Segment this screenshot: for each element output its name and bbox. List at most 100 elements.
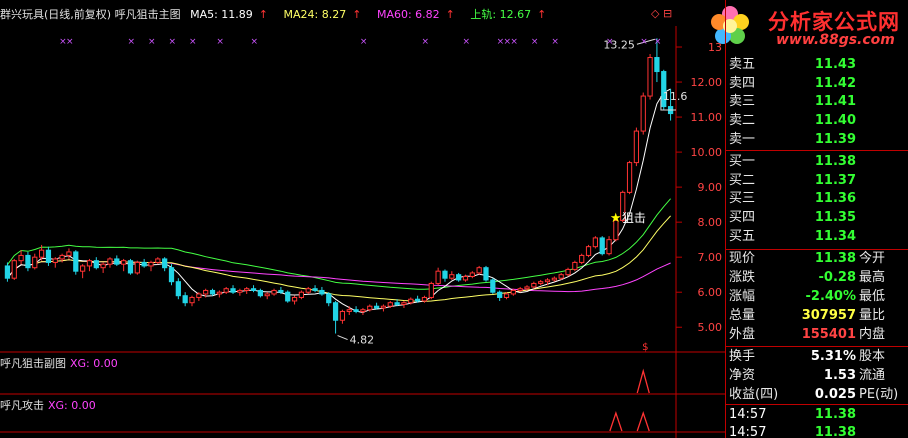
candle-body <box>579 254 585 263</box>
candle-body <box>640 95 646 132</box>
sell-price: 11.42 <box>814 76 856 91</box>
marker-cross-icon: × <box>462 37 470 47</box>
fund-label-2: 流通 <box>859 368 886 383</box>
sell-row[interactable]: 卖一 11.39 <box>727 131 908 149</box>
fund-value: 5.31% <box>810 349 856 364</box>
sell-row[interactable]: 卖三 11.41 <box>727 93 908 111</box>
buy-row[interactable]: 买一 11.38 <box>727 153 908 171</box>
sell-signal-icon: $ <box>642 342 648 353</box>
annotation-layer: 13.254.8211.6★ 狙击× × × × × × × × × × × × × × × × × × × <box>59 37 687 347</box>
stat-row-change: 涨跌 -0.28 最高 <box>727 269 908 287</box>
sell-buy-divider <box>725 150 908 151</box>
candle-body <box>264 293 270 297</box>
candle-body <box>476 267 482 274</box>
candle-body <box>346 309 352 312</box>
ma24-line <box>7 215 671 302</box>
candle-body <box>462 275 469 281</box>
signal-label: 狙击 <box>622 211 646 225</box>
marker-cross-icon: × <box>189 37 197 47</box>
marker-cross-icon: × <box>148 37 156 47</box>
stat-value: -0.28 <box>818 270 856 285</box>
up-arrow-icon: ↑ <box>445 8 455 21</box>
stat-value: 307957 <box>801 308 856 323</box>
sub-panels: $ <box>609 342 650 432</box>
y-tick-label: 13 <box>708 41 722 54</box>
candle-body <box>182 295 188 304</box>
fund-label-2: 股本 <box>859 349 886 364</box>
logo-url: www.88gs.com <box>776 32 895 48</box>
price-axis: 13 12.00 11.00 10.00 9.00 8.00 7.00 6.00 5.00 <box>676 41 722 334</box>
candle-body <box>503 293 510 298</box>
marker-cross-icon: × <box>251 37 259 47</box>
sell-row[interactable]: 卖五 11.43 <box>727 56 908 74</box>
candle-body <box>148 261 154 267</box>
candle-body <box>442 270 448 279</box>
candle-body <box>4 265 11 279</box>
fund-label: 收益(四) <box>729 387 779 402</box>
buy-row[interactable]: 买四 11.35 <box>727 209 908 227</box>
candle-body <box>565 268 571 276</box>
candle-body <box>216 291 222 295</box>
upper-band-label: 上轨: 12.67 ↑ <box>470 8 552 21</box>
candle-body <box>373 305 380 309</box>
buy-row[interactable]: 买二 11.37 <box>727 172 908 190</box>
stat-row-pct: 涨幅 -2.40% 最低 <box>727 288 908 306</box>
stats-fund-divider <box>725 346 908 347</box>
marker-cross-icon: × <box>216 37 224 47</box>
fund-value: 0.025 <box>814 387 856 402</box>
candle-body <box>45 249 52 263</box>
ma24-value: MA24: 8.27 <box>283 8 347 21</box>
candle-body <box>38 249 45 258</box>
marker-cross-icon: × <box>127 37 135 47</box>
buy-row[interactable]: 买三 11.36 <box>727 190 908 208</box>
candle-body <box>319 289 325 295</box>
candle-body <box>524 286 530 290</box>
candle-body <box>353 309 359 312</box>
sell-label: 卖三 <box>729 94 756 109</box>
candlestick-chart[interactable]: 13 12.00 11.00 10.00 9.00 8.00 7.00 6.00 5.00 13… <box>0 0 725 438</box>
candle-body <box>141 261 147 267</box>
fund-row-eps: 收益(四) 0.025 PE(动) <box>727 386 908 404</box>
marker-cross-icon: × <box>551 37 559 47</box>
candle-body <box>538 281 544 284</box>
buy-label: 买四 <box>729 210 756 225</box>
sell-row[interactable]: 卖四 11.42 <box>727 75 908 93</box>
candle-body <box>497 291 503 298</box>
buy-price: 11.36 <box>814 191 856 206</box>
chart-corner-icons[interactable]: ◇ ⊟ <box>651 7 672 20</box>
candle-body <box>86 260 93 267</box>
candle-body <box>312 288 318 291</box>
candle-body <box>162 258 168 269</box>
candle-body <box>599 237 605 255</box>
candle-body <box>93 260 99 269</box>
buy-row[interactable]: 买五 11.34 <box>727 228 908 246</box>
candle-body <box>510 289 516 295</box>
candle-body <box>189 296 195 304</box>
candle-body <box>380 305 387 309</box>
tick-time: 14:57 <box>729 425 767 438</box>
ma60-value: MA60: 6.82 <box>376 8 440 21</box>
fund-tick-divider <box>725 404 908 405</box>
candle-body <box>449 274 455 279</box>
candle-body <box>360 309 366 312</box>
stat-label-2: 内盘 <box>859 327 886 342</box>
candle-body <box>196 293 202 298</box>
right-price-label: 11.6 <box>663 90 688 103</box>
candle-body <box>469 272 475 277</box>
candle-body <box>175 281 181 297</box>
candle-body <box>107 258 113 265</box>
y-tick-label: 8.00 <box>698 216 723 229</box>
candle-body <box>209 289 216 295</box>
marker-cross-icon: × <box>169 37 177 47</box>
candle-body <box>606 239 612 255</box>
candle-body <box>517 288 523 291</box>
up-arrow-icon: ↑ <box>258 8 269 21</box>
marker-cross-icon: × <box>360 37 368 47</box>
buy-label: 买一 <box>729 154 756 169</box>
buy-stats-divider <box>725 249 908 250</box>
candle-body <box>633 130 640 164</box>
sell-row[interactable]: 卖二 11.40 <box>727 112 908 130</box>
candle-body <box>25 254 31 269</box>
y-tick-label: 7.00 <box>698 251 723 264</box>
y-tick-label: 11.00 <box>691 111 723 124</box>
